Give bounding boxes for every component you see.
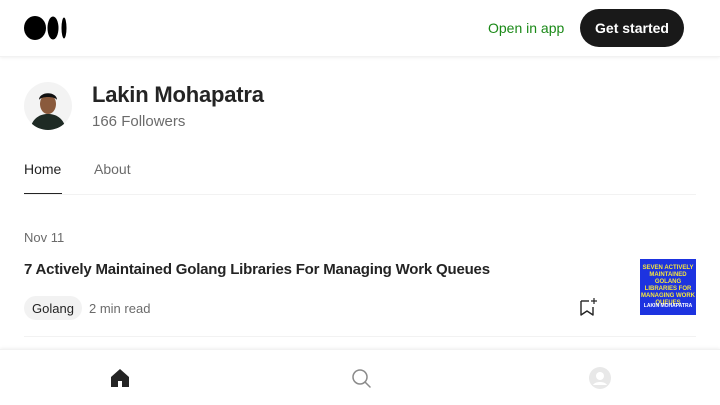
search-icon[interactable] <box>349 366 373 390</box>
author-name[interactable]: Lakin Mohapatra <box>92 82 264 108</box>
bottom-nav <box>0 349 720 405</box>
home-icon[interactable] <box>108 366 132 390</box>
bookmark-add-icon[interactable] <box>578 296 600 318</box>
tab-about[interactable]: About <box>94 161 131 177</box>
followers-count[interactable]: 166 Followers <box>92 113 185 130</box>
article-title[interactable]: 7 Actively Maintained Golang Libraries F… <box>24 261 490 278</box>
top-bar: Open in app Get started <box>0 0 720 57</box>
read-time: 2 min read <box>89 301 151 316</box>
thumbnail-author: LAKIN MOHAPATRA <box>643 303 693 309</box>
thumbnail-title: SEVEN ACTIVELY MAINTAINED GOLANG LIBRARI… <box>641 265 695 306</box>
article-date: Nov 11 <box>24 230 65 245</box>
author-avatar[interactable] <box>24 82 72 130</box>
open-in-app-link[interactable]: Open in app <box>488 20 564 36</box>
tab-home[interactable]: Home <box>24 161 61 177</box>
article-tag[interactable]: Golang <box>24 296 82 320</box>
profile-icon[interactable] <box>588 366 612 390</box>
get-started-button[interactable]: Get started <box>580 9 684 47</box>
tabs-divider <box>24 194 696 195</box>
article-thumbnail[interactable]: SEVEN ACTIVELY MAINTAINED GOLANG LIBRARI… <box>640 259 696 315</box>
article-divider <box>24 336 696 337</box>
medium-logo-icon[interactable] <box>24 16 68 40</box>
